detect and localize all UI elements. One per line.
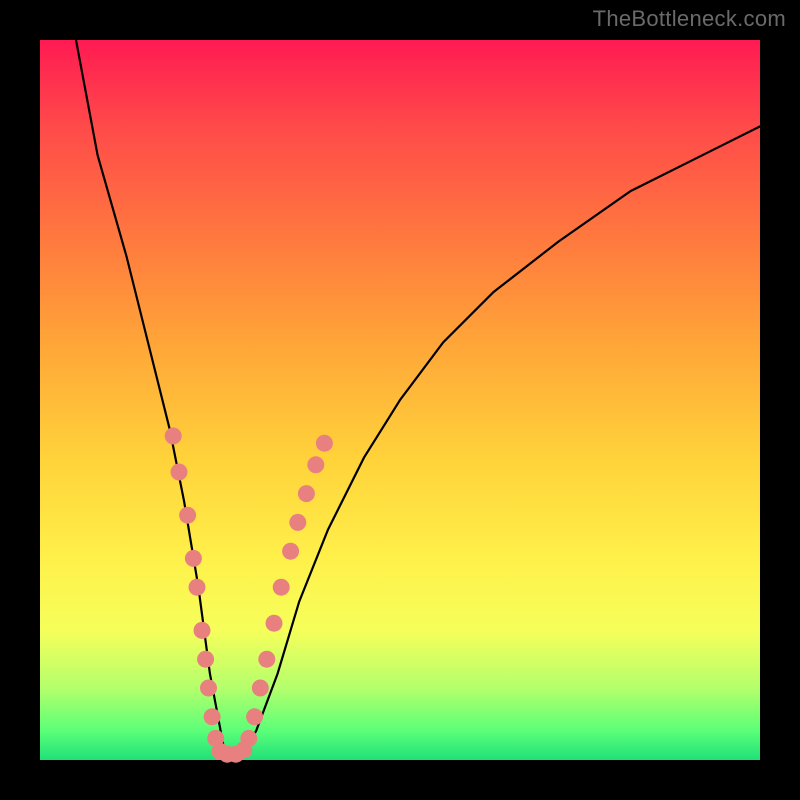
data-marker (316, 435, 333, 452)
data-marker (252, 680, 269, 697)
data-marker (189, 579, 206, 596)
data-marker (298, 485, 315, 502)
data-marker (165, 428, 182, 445)
data-marker (179, 507, 196, 524)
plot-area (40, 40, 760, 760)
data-marker (171, 464, 188, 481)
bottleneck-curve (76, 40, 760, 754)
data-marker (240, 730, 257, 747)
data-marker (246, 708, 263, 725)
data-marker (266, 615, 283, 632)
data-marker (204, 708, 221, 725)
data-marker (200, 680, 217, 697)
chart-frame: TheBottleneck.com (0, 0, 800, 800)
marker-group (165, 428, 333, 763)
data-marker (289, 514, 306, 531)
data-marker (282, 543, 299, 560)
watermark-text: TheBottleneck.com (593, 6, 786, 32)
data-marker (273, 579, 290, 596)
data-marker (307, 456, 324, 473)
curve-layer (40, 40, 760, 760)
data-marker (185, 550, 202, 567)
data-marker (258, 651, 275, 668)
data-marker (197, 651, 214, 668)
data-marker (194, 622, 211, 639)
